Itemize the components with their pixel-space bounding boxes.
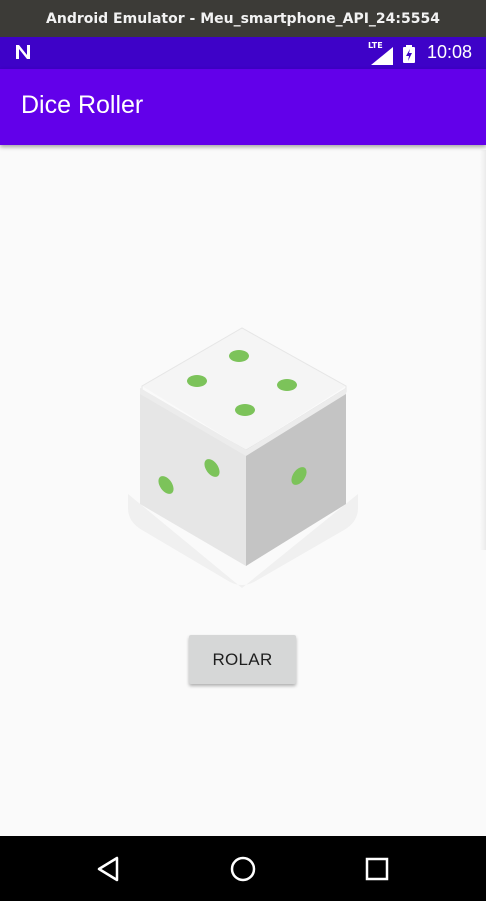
home-icon <box>230 856 256 882</box>
home-button[interactable] <box>228 854 258 884</box>
dice-pip <box>277 379 297 391</box>
battery-charging-icon <box>403 45 415 63</box>
back-icon <box>97 856 119 882</box>
edge-shadow <box>480 150 486 550</box>
clock: 10:08 <box>427 42 473 62</box>
signal-icon <box>371 47 393 65</box>
dice-image <box>128 327 358 588</box>
roll-button[interactable]: ROLAR <box>189 635 296 684</box>
recents-icon <box>365 857 389 881</box>
app-bar: Dice Roller <box>0 69 486 145</box>
notification-n-icon <box>16 45 30 59</box>
status-bar: LTE 10:08 <box>0 37 486 69</box>
dice-pip <box>229 350 249 362</box>
navigation-bar <box>0 836 486 901</box>
window-title: Android Emulator - Meu_smartphone_API_24… <box>46 10 440 27</box>
dice-pip <box>235 404 255 416</box>
emulator-title-bar: Android Emulator - Meu_smartphone_API_24… <box>0 0 486 37</box>
app-title: Dice Roller <box>21 91 144 119</box>
recents-button[interactable] <box>362 854 392 884</box>
back-button[interactable] <box>93 854 123 884</box>
dice-pip <box>187 375 207 387</box>
